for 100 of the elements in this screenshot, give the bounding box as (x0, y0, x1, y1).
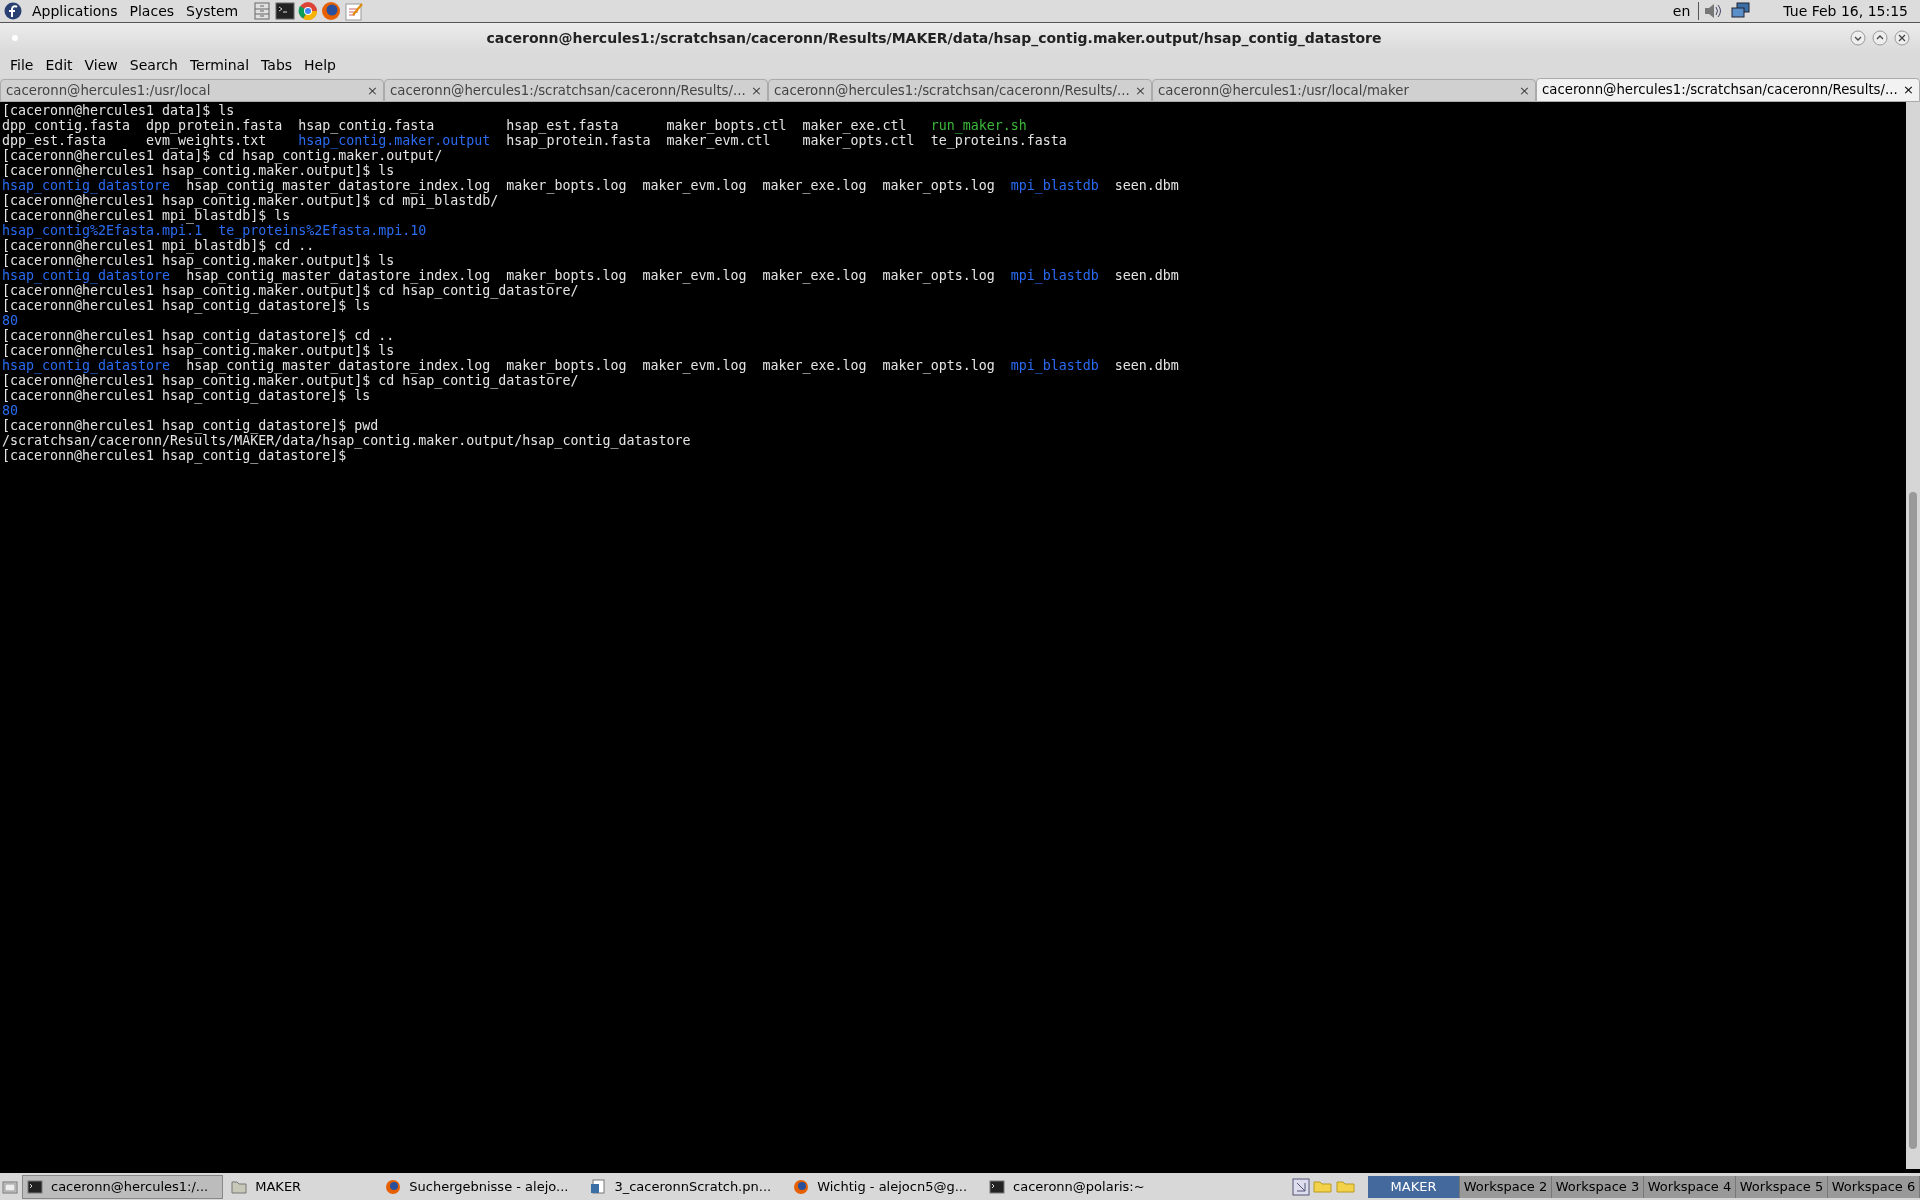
terminal-text: seen.dbm (1113, 268, 1179, 283)
browser-icon[interactable] (298, 1, 319, 21)
taskbar-label: Suchergebnisse - alejo... (409, 1177, 569, 1196)
directory-name: hsap_contig_datastore (2, 268, 171, 283)
terminal-icon (27, 1178, 43, 1195)
tab-close-button[interactable]: × (1135, 80, 1146, 101)
taskbar-button[interactable]: caceronn@polaris:~ (985, 1174, 1159, 1199)
terminal-text: [caceronn@hercules1 mpi_blastdb]$ cd .. (2, 238, 315, 253)
directory-name: hsap_contig_datastore (2, 358, 171, 373)
minimize-icon[interactable] (1850, 30, 1866, 46)
directory-name: 80 (2, 313, 18, 328)
terminal-text: hsap_contig_master_datastore_index.log maker_bopts.log maker_evm.log maker_exe.log maker_opts.log (186, 358, 996, 373)
directory-name: mpi_blastdb (1010, 358, 1099, 373)
terminal-tab[interactable]: caceronn@hercules1:/usr/local × (0, 79, 384, 102)
workspace-button[interactable]: Workspace 2 (1460, 1175, 1552, 1198)
directory-name: mpi_blastdb (1010, 178, 1099, 193)
workspace-button[interactable]: MAKER (1368, 1175, 1460, 1198)
terminal-tab[interactable]: caceronn@hercules1:/scratchsan/caceronn/Results/... × (384, 79, 768, 102)
workspace-button[interactable]: Workspace 3 (1552, 1175, 1644, 1198)
tab-label: caceronn@hercules1:/usr/local/maker (1158, 81, 1409, 100)
terminal-text: seen.dbm (1113, 178, 1179, 193)
panel-menu[interactable]: Places (127, 0, 177, 22)
taskbar-label: caceronn@hercules1:/... (51, 1177, 209, 1196)
directory-name: mpi_blastdb (1010, 268, 1099, 283)
directory-name: hsap_contig%2Efasta.mpi.1 te_proteins%2Efasta.mpi.10 (2, 223, 427, 238)
notepad-icon[interactable] (344, 1, 365, 21)
tab-label: caceronn@hercules1:/scratchsan/caceronn/Results/... (774, 81, 1130, 100)
tab-label: caceronn@hercules1:/scratchsan/caceronn/Results/... (1542, 81, 1898, 100)
keyboard-layout[interactable]: en (1672, 0, 1691, 22)
taskbar-button[interactable]: caceronn@hercules1:/... (22, 1174, 224, 1199)
browser-icon (385, 1178, 402, 1195)
tab-close-button[interactable]: × (751, 80, 762, 101)
menu-item[interactable]: File (4, 55, 40, 76)
terminal-text: [caceronn@hercules1 hsap_contig_datastore]$ pwd (2, 418, 379, 433)
folder-icon (231, 1178, 248, 1195)
close-icon[interactable] (1894, 30, 1910, 46)
terminal-text: [caceronn@hercules1 mpi_blastdb]$ ls (2, 208, 291, 223)
logo-icon[interactable] (4, 2, 22, 20)
clock[interactable]: Tue Feb 16, 15:15 (1783, 0, 1908, 22)
menu-item[interactable]: Edit (39, 55, 79, 76)
terminal-icon[interactable] (275, 1, 296, 21)
directory-name: 80 (2, 403, 18, 418)
browser-icon (793, 1178, 810, 1195)
terminal-tab[interactable]: caceronn@hercules1:/scratchsan/caceronn/Results/... × (1536, 78, 1920, 102)
terminal-text: [caceronn@hercules1 hsap_contig.maker.output]$ cd hsap_contig_datastore/ (2, 373, 579, 388)
menu-item[interactable]: Search (123, 55, 184, 76)
tab-close-button[interactable]: × (1903, 80, 1914, 100)
tab-label: caceronn@hercules1:/scratchsan/caceronn/Results/... (390, 81, 746, 100)
taskbar-button[interactable]: Suchergebnisse - alejo... (381, 1174, 583, 1199)
network-icon[interactable] (1731, 2, 1752, 20)
image-viewer-icon (590, 1178, 607, 1195)
terminal-text: [caceronn@hercules1 hsap_contig.maker.output]$ cd mpi_blastdb/ (2, 193, 499, 208)
maximize-icon[interactable] (1872, 30, 1888, 46)
terminal-text: hsap_protein.fasta maker_evm.ctl maker_opts.ctl te_proteins.fasta (505, 133, 1067, 148)
workspace-button[interactable]: Workspace 6 (1828, 1175, 1920, 1198)
terminal-text: hsap_contig_master_datastore_index.log maker_bopts.log maker_evm.log maker_exe.log maker_opts.log (186, 178, 996, 193)
volume-icon[interactable] (1698, 2, 1724, 20)
terminal-tab[interactable]: caceronn@hercules1:/usr/local/maker × (1152, 79, 1536, 102)
taskbar-button[interactable]: Wichtig - alejocn5@g... (789, 1174, 982, 1199)
browser-icon[interactable] (321, 1, 342, 21)
workspace-button[interactable]: Workspace 5 (1736, 1175, 1828, 1198)
terminal-text: [caceronn@hercules1 hsap_contig.maker.output]$ ls (2, 343, 395, 358)
terminal-text: seen.dbm (1113, 358, 1179, 373)
terminal-text: [caceronn@hercules1 hsap_contig_datastore]$ (2, 448, 347, 463)
terminal-text: [caceronn@hercules1 hsap_contig.maker.output]$ ls (2, 253, 395, 268)
taskbar-label: 3_caceronnScratch.pn... (614, 1177, 772, 1196)
scrollbar[interactable] (1906, 102, 1920, 1169)
scroll-thumb[interactable] (1909, 492, 1917, 1149)
panel-menu[interactable]: Applications (30, 0, 120, 22)
terminal-icon (989, 1178, 1006, 1195)
window-title: caceronn@hercules1:/scratchsan/caceronn/Results/MAKER/data/hsap_contig.maker.output/hsap_contig_datastore (485, 28, 1383, 49)
terminal-text: hsap_contig_master_datastore_index.log maker_bopts.log maker_evm.log maker_exe.log maker_opts.log (186, 268, 996, 283)
taskbar-label: MAKER (255, 1177, 302, 1196)
taskbar-label: Wichtig - alejocn5@g... (817, 1177, 968, 1196)
terminal-text: [caceronn@hercules1 hsap_contig_datastore]$ ls (2, 298, 371, 313)
menu-item[interactable]: View (78, 55, 124, 76)
menu-item[interactable]: Tabs (255, 55, 299, 76)
applet-icon[interactable] (1292, 1177, 1310, 1196)
tab-label: caceronn@hercules1:/usr/local (6, 81, 211, 100)
menu-item[interactable]: Terminal (183, 55, 256, 76)
taskbar-button[interactable]: MAKER (227, 1174, 378, 1199)
terminal-text: /scratchsan/caceronn/Results/MAKER/data/hsap_contig.maker.output/hsap_contig_datastore (2, 433, 691, 448)
executable-name: run_maker.sh (930, 118, 1027, 133)
terminal-text: dpp_contig.fasta dpp_protein.fasta hsap_contig.fasta hsap_est.fasta maker_bopts.ctl maker_exe.ctl (2, 118, 908, 133)
taskbar-label: caceronn@polaris:~ (1013, 1177, 1145, 1196)
workspace-button[interactable]: Workspace 4 (1644, 1175, 1736, 1198)
directory-name: hsap_contig_datastore (2, 178, 171, 193)
tab-close-button[interactable]: × (367, 80, 378, 101)
directory-name: hsap_contig.maker.output (298, 133, 491, 148)
terminal-text: [caceronn@hercules1 hsap_contig_datastore]$ ls (2, 388, 371, 403)
terminal-text: dpp_est.fasta evm_weights.txt (2, 133, 267, 148)
terminal-text: [caceronn@hercules1 hsap_contig_datastore]$ cd .. (2, 328, 395, 343)
taskbar-button[interactable]: 3_caceronnScratch.pn... (586, 1174, 786, 1199)
terminal-text: [caceronn@hercules1 hsap_contig.maker.output]$ cd hsap_contig_datastore/ (2, 283, 579, 298)
tab-close-button[interactable]: × (1519, 80, 1530, 101)
terminal-text: [caceronn@hercules1 data]$ cd hsap_contig.maker.output/ (2, 148, 443, 163)
terminal-tab[interactable]: caceronn@hercules1:/scratchsan/caceronn/Results/... × (768, 79, 1152, 102)
terminal-text: [caceronn@hercules1 hsap_contig.maker.output]$ ls (2, 163, 395, 178)
menu-item[interactable]: Help (298, 55, 342, 76)
panel-menu[interactable]: System (184, 0, 241, 22)
